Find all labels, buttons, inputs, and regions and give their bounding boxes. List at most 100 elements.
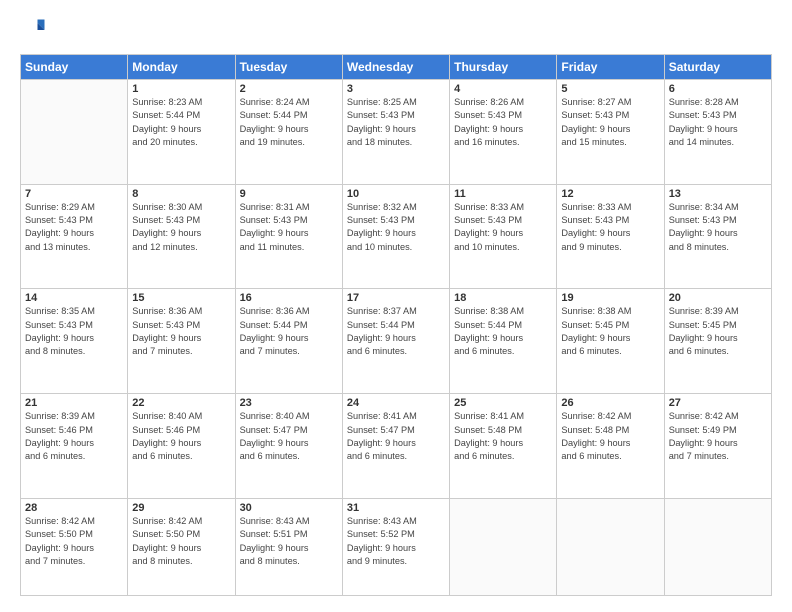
week-row-1: 1Sunrise: 8:23 AMSunset: 5:44 PMDaylight… (21, 80, 772, 185)
day-info: Sunrise: 8:30 AMSunset: 5:43 PMDaylight:… (132, 201, 230, 254)
calendar-cell (450, 498, 557, 595)
day-info: Sunrise: 8:28 AMSunset: 5:43 PMDaylight:… (669, 96, 767, 149)
day-info: Sunrise: 8:26 AMSunset: 5:43 PMDaylight:… (454, 96, 552, 149)
day-info: Sunrise: 8:42 AMSunset: 5:48 PMDaylight:… (561, 410, 659, 463)
day-number: 7 (25, 188, 123, 200)
day-number: 23 (240, 397, 338, 409)
calendar-cell: 4Sunrise: 8:26 AMSunset: 5:43 PMDaylight… (450, 80, 557, 185)
calendar-cell: 8Sunrise: 8:30 AMSunset: 5:43 PMDaylight… (128, 184, 235, 289)
calendar-cell: 24Sunrise: 8:41 AMSunset: 5:47 PMDayligh… (342, 394, 449, 499)
calendar-cell: 25Sunrise: 8:41 AMSunset: 5:48 PMDayligh… (450, 394, 557, 499)
page: SundayMondayTuesdayWednesdayThursdayFrid… (0, 0, 792, 612)
day-info: Sunrise: 8:38 AMSunset: 5:45 PMDaylight:… (561, 305, 659, 358)
calendar-cell: 14Sunrise: 8:35 AMSunset: 5:43 PMDayligh… (21, 289, 128, 394)
calendar-cell (664, 498, 771, 595)
day-number: 25 (454, 397, 552, 409)
calendar-cell: 31Sunrise: 8:43 AMSunset: 5:52 PMDayligh… (342, 498, 449, 595)
day-info: Sunrise: 8:40 AMSunset: 5:46 PMDaylight:… (132, 410, 230, 463)
weekday-header-row: SundayMondayTuesdayWednesdayThursdayFrid… (21, 55, 772, 80)
day-number: 14 (25, 292, 123, 304)
calendar-cell: 15Sunrise: 8:36 AMSunset: 5:43 PMDayligh… (128, 289, 235, 394)
weekday-header-thursday: Thursday (450, 55, 557, 80)
calendar-cell: 2Sunrise: 8:24 AMSunset: 5:44 PMDaylight… (235, 80, 342, 185)
calendar-cell: 6Sunrise: 8:28 AMSunset: 5:43 PMDaylight… (664, 80, 771, 185)
calendar-cell: 29Sunrise: 8:42 AMSunset: 5:50 PMDayligh… (128, 498, 235, 595)
day-info: Sunrise: 8:33 AMSunset: 5:43 PMDaylight:… (454, 201, 552, 254)
logo (20, 16, 52, 44)
day-info: Sunrise: 8:23 AMSunset: 5:44 PMDaylight:… (132, 96, 230, 149)
day-number: 18 (454, 292, 552, 304)
day-info: Sunrise: 8:35 AMSunset: 5:43 PMDaylight:… (25, 305, 123, 358)
calendar-cell: 26Sunrise: 8:42 AMSunset: 5:48 PMDayligh… (557, 394, 664, 499)
day-number: 30 (240, 502, 338, 514)
day-info: Sunrise: 8:34 AMSunset: 5:43 PMDaylight:… (669, 201, 767, 254)
day-number: 22 (132, 397, 230, 409)
day-number: 20 (669, 292, 767, 304)
calendar-cell: 28Sunrise: 8:42 AMSunset: 5:50 PMDayligh… (21, 498, 128, 595)
day-number: 1 (132, 83, 230, 95)
day-info: Sunrise: 8:36 AMSunset: 5:43 PMDaylight:… (132, 305, 230, 358)
day-number: 3 (347, 83, 445, 95)
day-info: Sunrise: 8:41 AMSunset: 5:48 PMDaylight:… (454, 410, 552, 463)
day-info: Sunrise: 8:39 AMSunset: 5:45 PMDaylight:… (669, 305, 767, 358)
day-info: Sunrise: 8:32 AMSunset: 5:43 PMDaylight:… (347, 201, 445, 254)
day-number: 12 (561, 188, 659, 200)
day-info: Sunrise: 8:42 AMSunset: 5:49 PMDaylight:… (669, 410, 767, 463)
day-number: 28 (25, 502, 123, 514)
day-number: 9 (240, 188, 338, 200)
calendar-cell: 20Sunrise: 8:39 AMSunset: 5:45 PMDayligh… (664, 289, 771, 394)
day-info: Sunrise: 8:41 AMSunset: 5:47 PMDaylight:… (347, 410, 445, 463)
header (20, 16, 772, 44)
weekday-header-wednesday: Wednesday (342, 55, 449, 80)
day-info: Sunrise: 8:40 AMSunset: 5:47 PMDaylight:… (240, 410, 338, 463)
calendar-cell: 27Sunrise: 8:42 AMSunset: 5:49 PMDayligh… (664, 394, 771, 499)
calendar-cell: 3Sunrise: 8:25 AMSunset: 5:43 PMDaylight… (342, 80, 449, 185)
day-number: 6 (669, 83, 767, 95)
day-number: 4 (454, 83, 552, 95)
calendar-cell: 12Sunrise: 8:33 AMSunset: 5:43 PMDayligh… (557, 184, 664, 289)
day-number: 2 (240, 83, 338, 95)
calendar-cell: 7Sunrise: 8:29 AMSunset: 5:43 PMDaylight… (21, 184, 128, 289)
day-number: 17 (347, 292, 445, 304)
day-number: 29 (132, 502, 230, 514)
calendar-cell: 23Sunrise: 8:40 AMSunset: 5:47 PMDayligh… (235, 394, 342, 499)
weekday-header-friday: Friday (557, 55, 664, 80)
week-row-4: 21Sunrise: 8:39 AMSunset: 5:46 PMDayligh… (21, 394, 772, 499)
day-number: 31 (347, 502, 445, 514)
day-info: Sunrise: 8:24 AMSunset: 5:44 PMDaylight:… (240, 96, 338, 149)
weekday-header-tuesday: Tuesday (235, 55, 342, 80)
day-number: 5 (561, 83, 659, 95)
day-info: Sunrise: 8:42 AMSunset: 5:50 PMDaylight:… (25, 515, 123, 568)
day-info: Sunrise: 8:31 AMSunset: 5:43 PMDaylight:… (240, 201, 338, 254)
day-info: Sunrise: 8:38 AMSunset: 5:44 PMDaylight:… (454, 305, 552, 358)
calendar-cell: 17Sunrise: 8:37 AMSunset: 5:44 PMDayligh… (342, 289, 449, 394)
day-number: 19 (561, 292, 659, 304)
day-number: 8 (132, 188, 230, 200)
weekday-header-sunday: Sunday (21, 55, 128, 80)
day-number: 26 (561, 397, 659, 409)
day-info: Sunrise: 8:43 AMSunset: 5:52 PMDaylight:… (347, 515, 445, 568)
calendar-cell: 13Sunrise: 8:34 AMSunset: 5:43 PMDayligh… (664, 184, 771, 289)
weekday-header-saturday: Saturday (664, 55, 771, 80)
calendar-cell: 21Sunrise: 8:39 AMSunset: 5:46 PMDayligh… (21, 394, 128, 499)
calendar-cell: 1Sunrise: 8:23 AMSunset: 5:44 PMDaylight… (128, 80, 235, 185)
calendar-cell: 11Sunrise: 8:33 AMSunset: 5:43 PMDayligh… (450, 184, 557, 289)
day-info: Sunrise: 8:42 AMSunset: 5:50 PMDaylight:… (132, 515, 230, 568)
calendar-cell: 16Sunrise: 8:36 AMSunset: 5:44 PMDayligh… (235, 289, 342, 394)
week-row-5: 28Sunrise: 8:42 AMSunset: 5:50 PMDayligh… (21, 498, 772, 595)
calendar-table: SundayMondayTuesdayWednesdayThursdayFrid… (20, 54, 772, 596)
calendar-cell: 5Sunrise: 8:27 AMSunset: 5:43 PMDaylight… (557, 80, 664, 185)
day-number: 24 (347, 397, 445, 409)
calendar-cell: 18Sunrise: 8:38 AMSunset: 5:44 PMDayligh… (450, 289, 557, 394)
day-number: 27 (669, 397, 767, 409)
logo-icon (20, 16, 48, 44)
calendar-cell: 10Sunrise: 8:32 AMSunset: 5:43 PMDayligh… (342, 184, 449, 289)
week-row-2: 7Sunrise: 8:29 AMSunset: 5:43 PMDaylight… (21, 184, 772, 289)
day-info: Sunrise: 8:37 AMSunset: 5:44 PMDaylight:… (347, 305, 445, 358)
day-number: 15 (132, 292, 230, 304)
day-info: Sunrise: 8:43 AMSunset: 5:51 PMDaylight:… (240, 515, 338, 568)
day-info: Sunrise: 8:29 AMSunset: 5:43 PMDaylight:… (25, 201, 123, 254)
day-info: Sunrise: 8:36 AMSunset: 5:44 PMDaylight:… (240, 305, 338, 358)
calendar-cell: 22Sunrise: 8:40 AMSunset: 5:46 PMDayligh… (128, 394, 235, 499)
day-number: 16 (240, 292, 338, 304)
